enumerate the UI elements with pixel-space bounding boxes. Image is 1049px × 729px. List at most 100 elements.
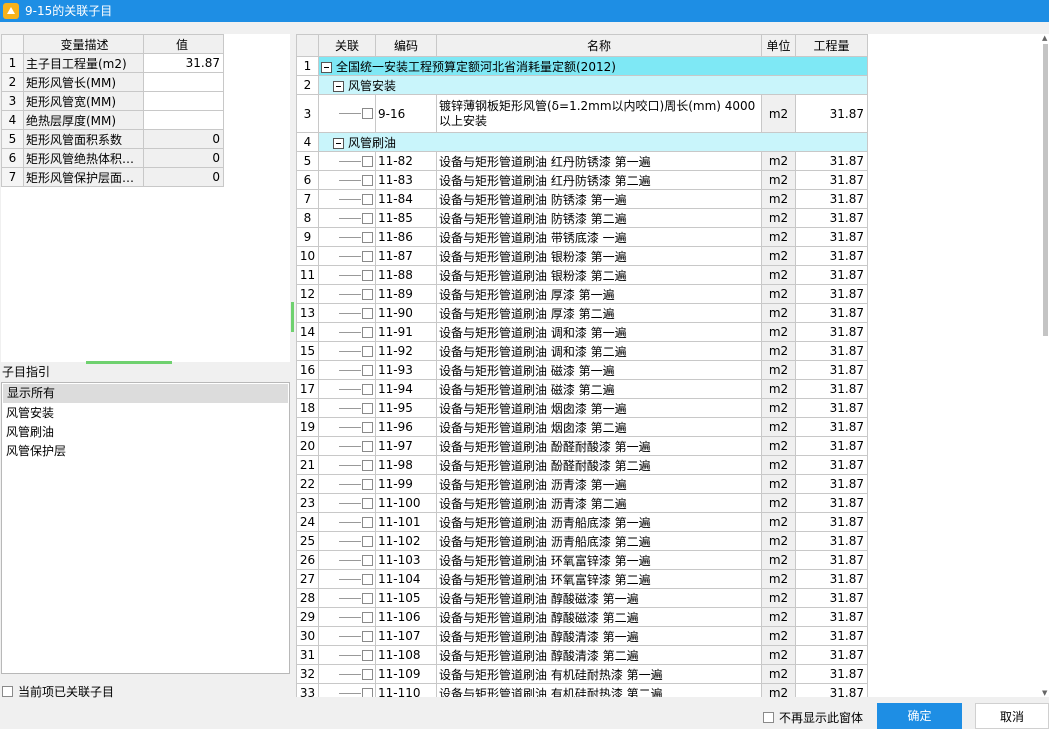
qty-cell[interactable]: 31.87 (795, 170, 868, 190)
row-checkbox[interactable] (362, 232, 373, 243)
table-row[interactable]: 6 11-83 设备与矩形管道刷油 红丹防锈漆 第二遍 m2 31.87 (296, 170, 868, 190)
row-checkbox[interactable] (362, 175, 373, 186)
qty-cell[interactable]: 31.87 (795, 512, 868, 532)
row-checkbox[interactable] (362, 346, 373, 357)
table-row[interactable]: 19 11-96 设备与矩形管道刷油 烟囱漆 第二遍 m2 31.87 (296, 417, 868, 437)
table-row[interactable]: 27 11-104 设备与矩形管道刷油 环氧富锌漆 第二遍 m2 31.87 (296, 569, 868, 589)
table-row[interactable]: 25 11-102 设备与矩形管道刷油 沥青船底漆 第二遍 m2 31.87 (296, 531, 868, 551)
table-row[interactable]: 26 11-103 设备与矩形管道刷油 环氧富锌漆 第一遍 m2 31.87 (296, 550, 868, 570)
table-row[interactable]: 12 11-89 设备与矩形管道刷油 厚漆 第一遍 m2 31.87 (296, 284, 868, 304)
horizontal-splitter[interactable] (86, 361, 172, 364)
qty-cell[interactable]: 31.87 (795, 398, 868, 418)
table-row[interactable]: 9 11-86 设备与矩形管道刷油 带锈底漆 一遍 m2 31.87 (296, 227, 868, 247)
table-row[interactable]: 11 11-88 设备与矩形管道刷油 银粉漆 第二遍 m2 31.87 (296, 265, 868, 285)
table-row[interactable]: 31 11-108 设备与矩形管道刷油 醇酸清漆 第二遍 m2 31.87 (296, 645, 868, 665)
row-checkbox[interactable] (362, 517, 373, 528)
table-row[interactable]: 13 11-90 设备与矩形管道刷油 厚漆 第二遍 m2 31.87 (296, 303, 868, 323)
table-row[interactable]: 14 11-91 设备与矩形管道刷油 调和漆 第一遍 m2 31.87 (296, 322, 868, 342)
table-row[interactable]: 15 11-92 设备与矩形管道刷油 调和漆 第二遍 m2 31.87 (296, 341, 868, 361)
variable-value[interactable]: 0 (143, 148, 224, 168)
table-row[interactable]: 28 11-105 设备与矩形管道刷油 醇酸磁漆 第一遍 m2 31.87 (296, 588, 868, 608)
scrollbar-thumb[interactable] (1043, 44, 1048, 336)
variable-row[interactable]: 3 矩形风管宽(MM) (1, 91, 224, 111)
row-checkbox[interactable] (362, 156, 373, 167)
row-checkbox[interactable] (362, 460, 373, 471)
row-checkbox[interactable] (362, 108, 373, 119)
row-checkbox[interactable] (362, 688, 373, 697)
ok-button[interactable]: 确定 (877, 703, 962, 729)
table-row[interactable]: 7 11-84 设备与矩形管道刷油 防锈漆 第一遍 m2 31.87 (296, 189, 868, 209)
variable-row[interactable]: 6 矩形风管绝热体积… 0 (1, 148, 224, 168)
variable-value[interactable] (143, 91, 224, 111)
subindex-item[interactable]: 风管保护层 (2, 442, 289, 461)
qty-cell[interactable]: 31.87 (795, 436, 868, 456)
subindex-item[interactable]: 风管安装 (2, 404, 289, 423)
qty-cell[interactable]: 31.87 (795, 683, 868, 697)
scroll-down-icon[interactable]: ▼ (1042, 689, 1047, 697)
table-row[interactable]: 20 11-97 设备与矩形管道刷油 酚醛耐酸漆 第一遍 m2 31.87 (296, 436, 868, 456)
table-row[interactable]: 21 11-98 设备与矩形管道刷油 酚醛耐酸漆 第二遍 m2 31.87 (296, 455, 868, 475)
row-checkbox[interactable] (362, 327, 373, 338)
table-row[interactable]: 29 11-106 设备与矩形管道刷油 醇酸磁漆 第二遍 m2 31.87 (296, 607, 868, 627)
qty-cell[interactable]: 31.87 (795, 208, 868, 228)
row-checkbox[interactable] (362, 308, 373, 319)
row-checkbox[interactable] (362, 289, 373, 300)
group-row-paint[interactable]: 4 风管刷油 (296, 132, 868, 152)
subindex-item[interactable]: 显示所有 (3, 384, 288, 403)
no-show-checkbox-row[interactable]: 不再显示此窗体 (763, 709, 863, 726)
cancel-button[interactable]: 取消 (975, 703, 1049, 729)
collapse-icon[interactable] (333, 137, 344, 149)
table-row[interactable]: 5 11-82 设备与矩形管道刷油 红丹防锈漆 第一遍 m2 31.87 (296, 151, 868, 171)
table-row[interactable]: 33 11-110 设备与矩形管道刷油 有机硅耐热漆 第二遍 m2 31.87 (296, 683, 868, 697)
table-row[interactable]: 30 11-107 设备与矩形管道刷油 醇酸清漆 第一遍 m2 31.87 (296, 626, 868, 646)
linked-checkbox-row[interactable]: 当前项已关联子目 (2, 683, 114, 700)
group-cell[interactable]: 风管安装 (318, 75, 868, 95)
qty-cell[interactable]: 31.87 (795, 417, 868, 437)
group-row-install[interactable]: 2 风管安装 (296, 75, 868, 95)
table-row[interactable]: 22 11-99 设备与矩形管道刷油 沥青漆 第一遍 m2 31.87 (296, 474, 868, 494)
qty-cell[interactable]: 31.87 (795, 588, 868, 608)
row-checkbox[interactable] (362, 593, 373, 604)
group-row-root[interactable]: 1 全国统一安装工程预算定额河北省消耗量定额(2012) (296, 56, 868, 76)
table-row[interactable]: 24 11-101 设备与矩形管道刷油 沥青船底漆 第一遍 m2 31.87 (296, 512, 868, 532)
collapse-icon[interactable] (321, 61, 332, 73)
qty-cell[interactable]: 31.87 (795, 189, 868, 209)
collapse-icon[interactable] (333, 80, 344, 92)
subindex-list[interactable]: 显示所有 风管安装 风管刷油 风管保护层 (1, 382, 290, 674)
variable-value[interactable]: 31.87 (143, 53, 224, 73)
qty-cell[interactable]: 31.87 (795, 322, 868, 342)
table-row[interactable]: 23 11-100 设备与矩形管道刷油 沥青漆 第二遍 m2 31.87 (296, 493, 868, 513)
variable-row[interactable]: 7 矩形风管保护层面… 0 (1, 167, 224, 187)
variable-row[interactable]: 4 绝热层厚度(MM) (1, 110, 224, 130)
table-row[interactable]: 17 11-94 设备与矩形管道刷油 磁漆 第二遍 m2 31.87 (296, 379, 868, 399)
qty-cell[interactable]: 31.87 (795, 360, 868, 380)
qty-cell[interactable]: 31.87 (795, 607, 868, 627)
group-cell[interactable]: 全国统一安装工程预算定额河北省消耗量定额(2012) (318, 56, 868, 76)
row-checkbox[interactable] (362, 612, 373, 623)
row-checkbox[interactable] (362, 669, 373, 680)
qty-cell[interactable]: 31.87 (795, 303, 868, 323)
qty-cell[interactable]: 31.87 (795, 664, 868, 684)
qty-cell[interactable]: 31.87 (795, 550, 868, 570)
group-cell[interactable]: 风管刷油 (318, 132, 868, 152)
subindex-item[interactable]: 风管刷油 (2, 423, 289, 442)
linked-checkbox[interactable] (2, 686, 13, 697)
row-checkbox[interactable] (362, 441, 373, 452)
row-checkbox[interactable] (362, 422, 373, 433)
row-checkbox[interactable] (362, 194, 373, 205)
variable-value[interactable] (143, 110, 224, 130)
table-row[interactable]: 32 11-109 设备与矩形管道刷油 有机硅耐热漆 第一遍 m2 31.87 (296, 664, 868, 684)
qty-cell[interactable]: 31.87 (795, 151, 868, 171)
row-checkbox[interactable] (362, 574, 373, 585)
variable-row[interactable]: 1 主子目工程量(m2) 31.87 (1, 53, 224, 73)
row-checkbox[interactable] (362, 384, 373, 395)
qty-cell[interactable]: 31.87 (795, 227, 868, 247)
variable-row[interactable]: 5 矩形风管面积系数 0 (1, 129, 224, 149)
qty-cell[interactable]: 31.87 (795, 474, 868, 494)
row-checkbox[interactable] (362, 365, 373, 376)
qty-cell[interactable]: 31.87 (795, 455, 868, 475)
table-row[interactable]: 8 11-85 设备与矩形管道刷油 防锈漆 第二遍 m2 31.87 (296, 208, 868, 228)
row-checkbox[interactable] (362, 403, 373, 414)
qty-cell[interactable]: 31.87 (795, 265, 868, 285)
qty-cell[interactable]: 31.87 (795, 341, 868, 361)
